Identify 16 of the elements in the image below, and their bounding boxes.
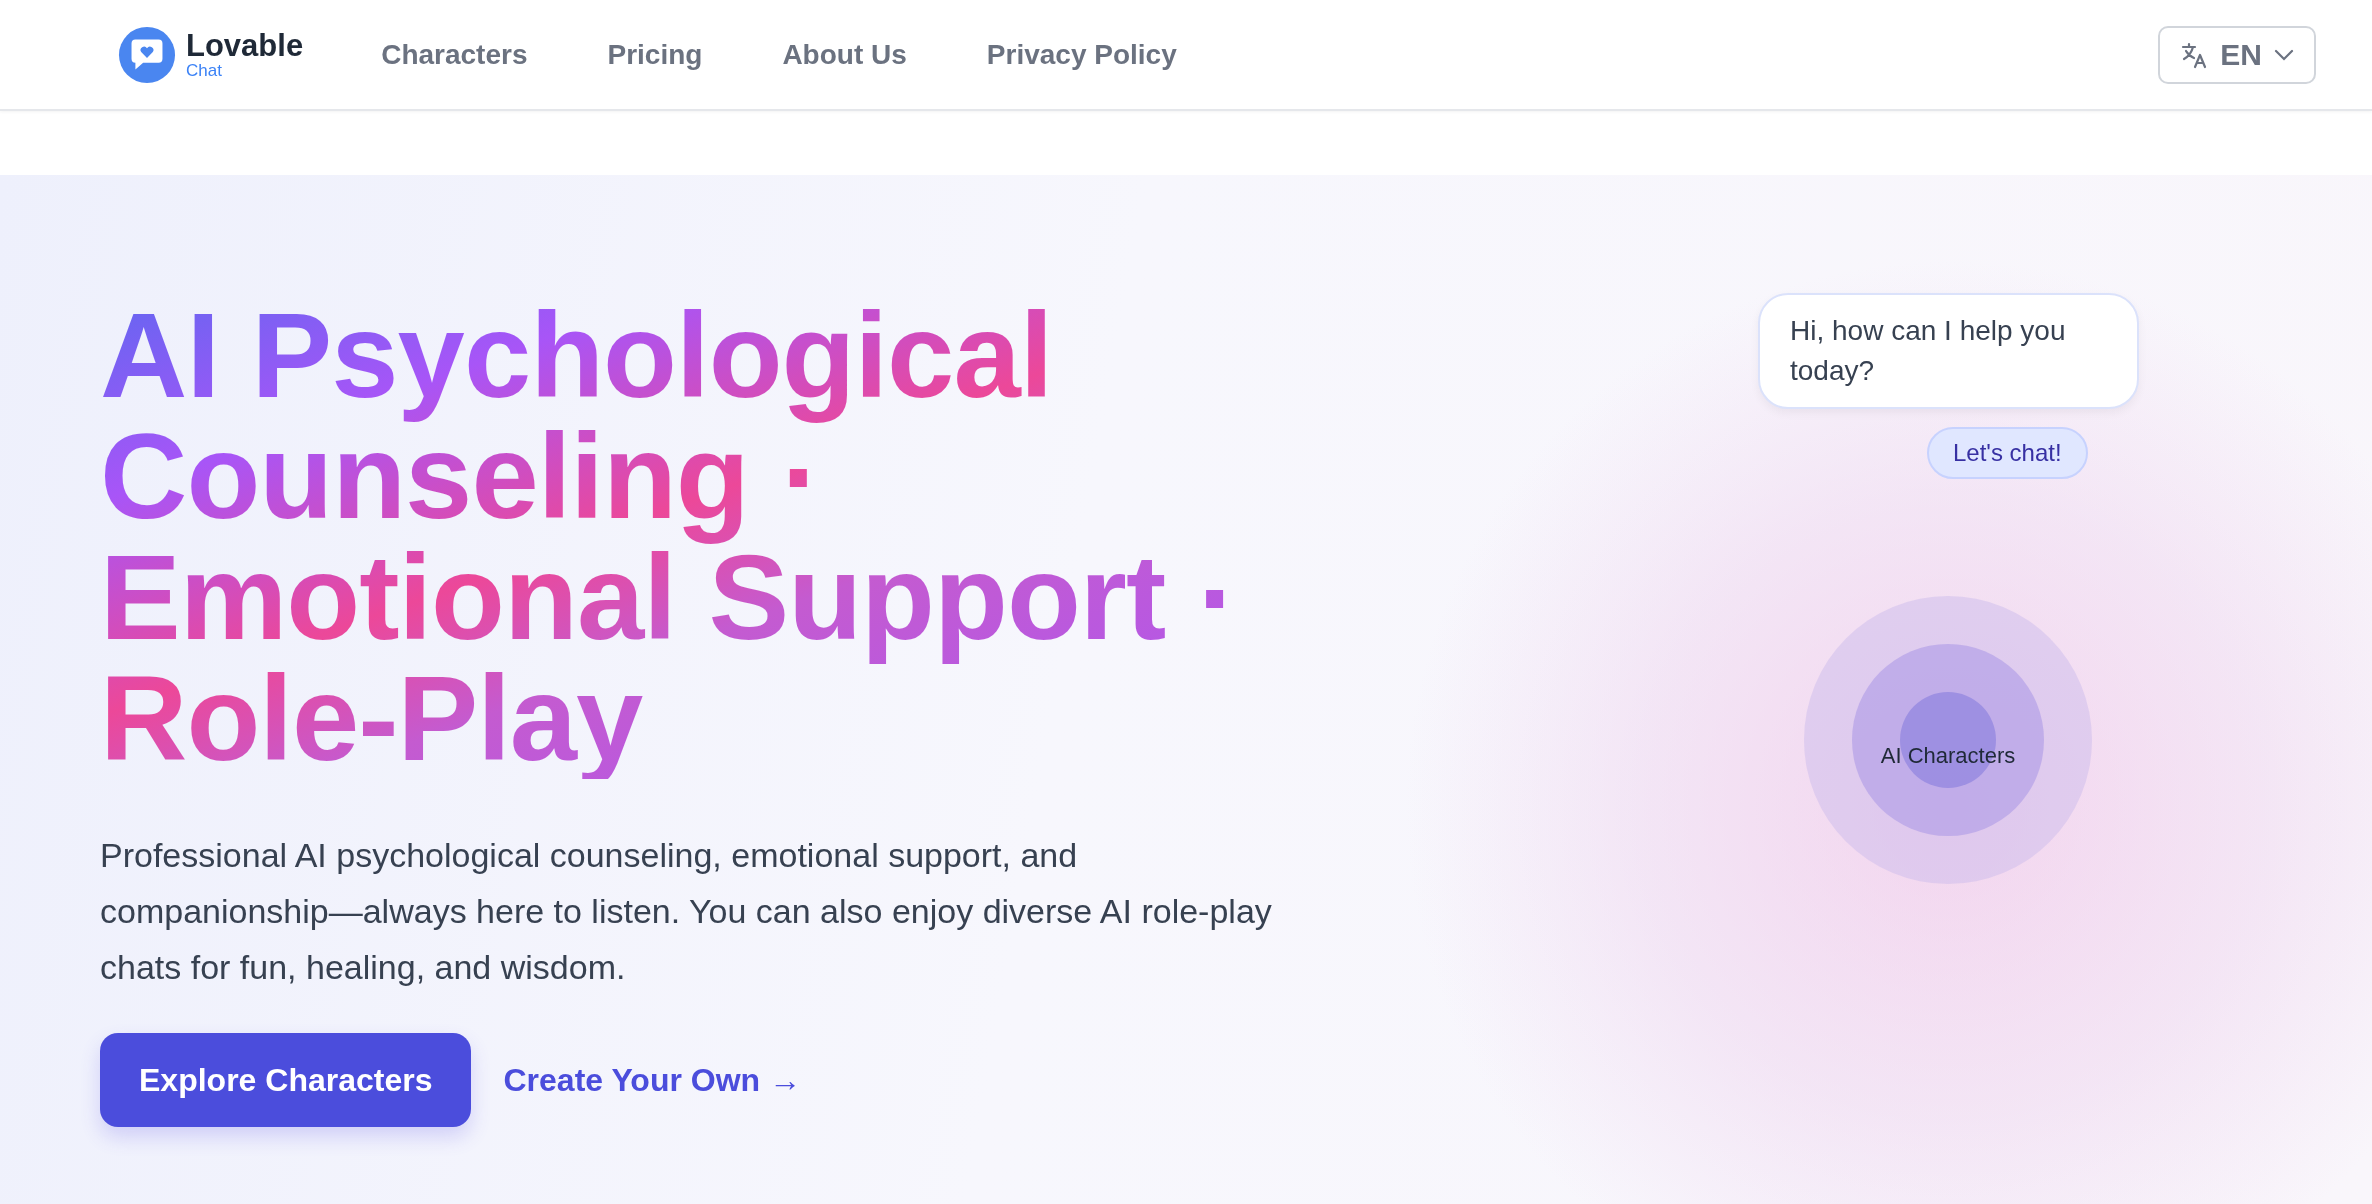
- explore-characters-button[interactable]: Explore Characters: [100, 1033, 472, 1127]
- chat-bubble: Hi, how can I help you today?: [1758, 293, 2139, 409]
- translate-icon: [2180, 40, 2209, 69]
- logo-subtitle: Chat: [186, 62, 223, 79]
- hero-description: Professional AI psychological counseling, emotional support, and companionship—always here to listen. You can also enjoy diverse AI role-play chats for fun, healing, and wisdom.: [100, 835, 1273, 988]
- nav-link[interactable]: About Us: [782, 38, 907, 71]
- create-your-own-link[interactable]: Create Your Own →: [503, 1061, 801, 1099]
- nav-link[interactable]: Pricing: [607, 38, 703, 71]
- reply-bubble: Let's chat!: [1927, 427, 2088, 479]
- chevron-down-icon: [2274, 48, 2294, 61]
- orbit-label: AI Characters: [1880, 743, 2016, 769]
- language-selector[interactable]: EN: [2158, 25, 2316, 84]
- nav-link[interactable]: Privacy Policy: [986, 38, 1177, 71]
- logo-name: Lovable: [186, 30, 304, 61]
- nav-link[interactable]: Characters: [381, 38, 528, 71]
- chat-heart-logo-icon: [118, 25, 176, 84]
